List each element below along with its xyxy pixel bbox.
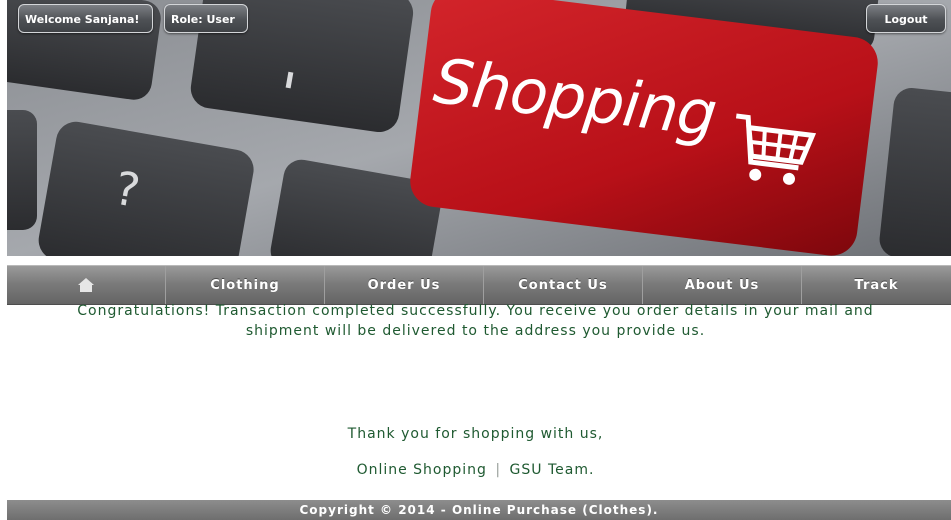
team-name: GSU Team. <box>509 462 595 478</box>
welcome-user-button[interactable]: Welcome Sanjana! <box>18 4 153 33</box>
keyboard-illustration: ? <box>7 0 951 256</box>
success-message-line1: Congratulations! Transaction completed s… <box>77 303 874 319</box>
separator: | <box>495 462 502 478</box>
role-button[interactable]: Role: User <box>164 4 248 33</box>
online-shopping-link[interactable]: Online Shopping <box>357 462 487 478</box>
main-nav: Clothing Order Us Contact Us About Us Tr… <box>7 265 951 305</box>
nav-home[interactable] <box>7 266 166 304</box>
success-message: Congratulations! Transaction completed s… <box>0 301 951 341</box>
nav-order-us[interactable]: Order Us <box>325 266 484 304</box>
home-icon <box>78 278 94 292</box>
logout-button[interactable]: Logout <box>866 4 946 33</box>
nav-clothing[interactable]: Clothing <box>166 266 325 304</box>
banner-image: ? Shopping <box>7 0 951 256</box>
team-signature: Online Shopping | GSU Team. <box>0 462 951 478</box>
nav-contact-us[interactable]: Contact Us <box>484 266 643 304</box>
success-message-line2: shipment will be delivered to the addres… <box>245 323 706 339</box>
footer-copyright: Copyright © 2014 - Online Purchase (Clot… <box>7 500 951 520</box>
nav-about-us[interactable]: About Us <box>643 266 802 304</box>
thank-you-text: Thank you for shopping with us, <box>347 426 604 442</box>
nav-track[interactable]: Track <box>802 266 951 304</box>
